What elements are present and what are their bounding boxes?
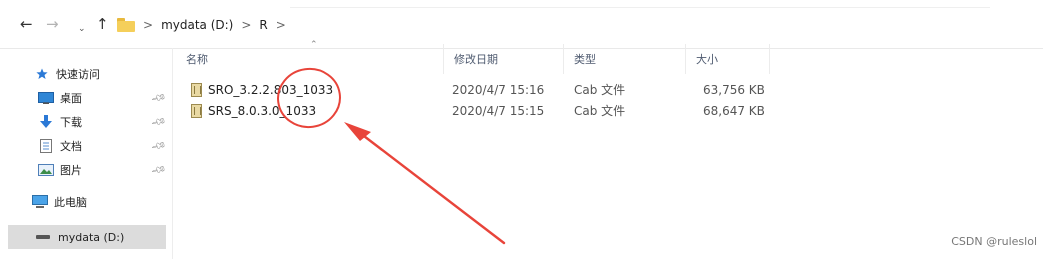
sidebar-item-label: 桌面	[60, 92, 82, 105]
column-header-size[interactable]: 大小	[686, 44, 770, 74]
column-header-label: 修改日期	[454, 53, 498, 66]
file-date: 2020/4/7 15:15	[452, 104, 545, 118]
document-icon	[38, 139, 54, 153]
forward-arrow-icon[interactable]: →	[46, 14, 59, 34]
sidebar-item-pictures[interactable]: 图片	[38, 160, 82, 180]
file-size: 68,647 KB	[703, 104, 765, 118]
navigation-pane: 快速访问 桌面 📌︎ 下载 📌︎ 文档 📌︎ 图片 📌︎ 此电脑 mydata …	[0, 48, 173, 259]
recent-locations-chevron-icon[interactable]: ⌄	[78, 19, 86, 39]
file-row[interactable]: SRO_3.2.2.803_1033 2020/4/7 15:16 Cab 文件…	[183, 80, 803, 100]
column-header-type[interactable]: 类型	[564, 44, 686, 74]
sidebar-item-downloads[interactable]: 下载	[38, 112, 82, 132]
annotation-arrow-head	[344, 122, 371, 141]
breadcrumb-separator[interactable]: >	[276, 18, 286, 32]
cab-file-icon	[191, 104, 202, 118]
watermark: CSDN @ruleslol	[951, 235, 1037, 248]
breadcrumb-item-mydata[interactable]: mydata (D:)	[161, 18, 233, 32]
file-name[interactable]: SRS_8.0.3.0_1033	[208, 101, 316, 121]
up-arrow-icon[interactable]: ↑	[96, 14, 109, 34]
breadcrumb-item-r[interactable]: R	[259, 18, 267, 32]
download-icon	[38, 115, 54, 129]
sidebar-item-label: 图片	[60, 164, 82, 177]
column-header-label: 名称	[186, 53, 208, 66]
address-bar: ← → ⌄ ↑ > mydata (D:) > R >	[0, 0, 1043, 49]
column-header-date[interactable]: 修改日期	[444, 44, 564, 74]
annotation-arrow-shaft	[358, 131, 506, 245]
column-header-label: 大小	[696, 53, 718, 66]
sidebar-item-documents[interactable]: 文档	[38, 136, 82, 156]
file-type: Cab 文件	[574, 83, 626, 97]
pictures-icon	[38, 164, 54, 176]
sidebar-item-label: 快速访问	[56, 68, 100, 81]
pin-icon[interactable]: 📌︎	[150, 115, 167, 131]
cab-file-icon	[191, 83, 202, 97]
file-date: 2020/4/7 15:16	[452, 83, 545, 97]
back-arrow-icon[interactable]: ←	[20, 14, 33, 34]
breadcrumb: > mydata (D:) > R >	[117, 13, 286, 37]
pin-icon[interactable]: 📌︎	[150, 139, 167, 155]
breadcrumb-separator: >	[241, 18, 252, 32]
column-header-label: 类型	[574, 53, 596, 66]
sidebar-item-label: mydata (D:)	[58, 230, 125, 244]
address-field[interactable]	[290, 7, 990, 42]
file-size: 63,756 KB	[703, 83, 765, 97]
sidebar-item-this-pc[interactable]: 此电脑	[32, 192, 87, 212]
column-header-name[interactable]: 名称	[176, 44, 444, 74]
sidebar-item-drive-d[interactable]: mydata (D:)	[8, 225, 166, 249]
pin-icon[interactable]: 📌︎	[150, 163, 167, 179]
file-name[interactable]: SRO_3.2.2.803_1033	[208, 80, 333, 100]
folder-icon	[117, 18, 135, 32]
pin-icon[interactable]: 📌︎	[150, 91, 167, 107]
sidebar-item-desktop[interactable]: 桌面	[38, 88, 82, 108]
sidebar-item-label: 此电脑	[54, 196, 87, 209]
sidebar-item-label: 下载	[60, 116, 82, 129]
file-row[interactable]: SRS_8.0.3.0_1033 2020/4/7 15:15 Cab 文件 6…	[183, 101, 803, 121]
breadcrumb-separator: >	[143, 18, 154, 32]
sidebar-item-quick-access[interactable]: 快速访问	[34, 64, 100, 84]
computer-icon	[32, 195, 48, 209]
desktop-icon	[38, 92, 54, 104]
star-icon	[34, 68, 50, 80]
drive-icon	[36, 235, 50, 239]
sidebar-item-label: 文档	[60, 140, 82, 153]
file-type: Cab 文件	[574, 104, 626, 118]
